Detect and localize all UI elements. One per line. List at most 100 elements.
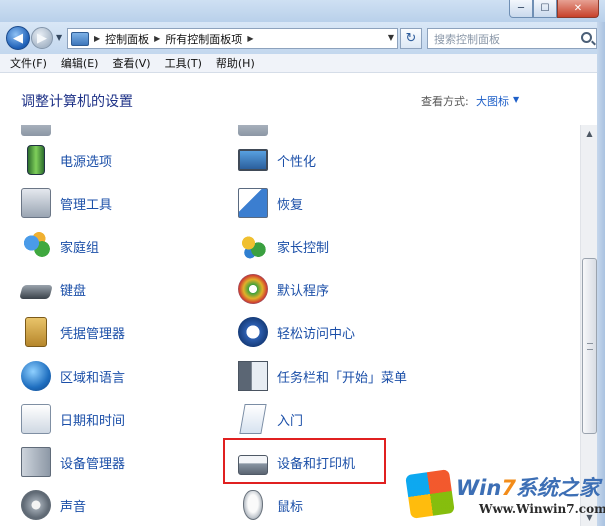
address-chevron-down-icon[interactable]: ▼ xyxy=(388,33,394,42)
item-region-language[interactable]: 区域和语言 xyxy=(21,358,125,394)
content-header: 调整计算机的设置 查看方式: 大图标 ▼ xyxy=(0,73,605,125)
breadcrumb-all-items[interactable]: 所有控制面板项 xyxy=(165,31,242,47)
date-time-icon xyxy=(21,404,51,434)
menu-help[interactable]: 帮助(H) xyxy=(216,55,255,71)
partial-item-icon xyxy=(238,125,268,136)
refresh-button[interactable]: ↻ xyxy=(400,28,422,49)
item-sound[interactable]: 声音 xyxy=(21,487,86,523)
item-label: 入门 xyxy=(277,413,304,429)
address-bar[interactable]: ▶ 控制面板 ▶ 所有控制面板项 ▶ ▼ xyxy=(67,28,398,49)
homegroup-icon xyxy=(21,231,51,261)
item-label: 个性化 xyxy=(277,154,317,170)
item-label: 恢复 xyxy=(277,197,304,213)
item-parental-controls[interactable]: 家长控制 xyxy=(238,228,329,264)
search-placeholder: 搜索控制面板 xyxy=(434,32,500,46)
watermark-url: Www.Winwin7.com xyxy=(479,502,605,516)
personalization-icon xyxy=(238,149,268,171)
keyboard-icon xyxy=(19,285,53,299)
item-label: 默认程序 xyxy=(277,283,330,299)
item-getting-started[interactable]: 入门 xyxy=(238,401,303,437)
item-keyboard[interactable]: 键盘 xyxy=(19,271,87,307)
region-language-icon xyxy=(21,361,51,391)
getting-started-icon xyxy=(239,404,267,434)
item-power-options[interactable]: 电源选项 xyxy=(21,142,112,178)
menu-bar: 文件(F) 编辑(E) 查看(V) 工具(T) 帮助(H) xyxy=(0,54,605,73)
item-default-programs[interactable]: 默认程序 xyxy=(238,271,329,307)
refresh-icon: ↻ xyxy=(405,31,417,46)
item-label: 家庭组 xyxy=(60,240,100,256)
sound-icon xyxy=(21,490,51,520)
minimize-icon: ─ xyxy=(517,3,525,14)
item-label: 设备管理器 xyxy=(60,456,126,472)
recovery-icon xyxy=(238,188,268,218)
power-options-icon xyxy=(27,145,45,175)
admin-tools-icon xyxy=(21,188,51,218)
item-personalization[interactable]: 个性化 xyxy=(238,142,316,178)
page-title: 调整计算机的设置 xyxy=(21,94,133,110)
item-mouse[interactable]: 鼠标 xyxy=(238,487,303,523)
window-border xyxy=(597,22,605,526)
mouse-icon xyxy=(243,490,263,520)
menu-tools[interactable]: 工具(T) xyxy=(165,55,202,71)
menu-view[interactable]: 查看(V) xyxy=(112,55,150,71)
item-taskbar-start-menu[interactable]: 任务栏和「开始」菜单 xyxy=(238,358,407,394)
breadcrumb-arrow-icon[interactable]: ▶ xyxy=(247,34,253,43)
item-label: 键盘 xyxy=(60,283,87,299)
search-input[interactable]: 搜索控制面板 xyxy=(427,28,597,49)
default-programs-icon xyxy=(238,274,268,304)
breadcrumb-arrow-icon[interactable]: ▶ xyxy=(154,34,160,43)
highlight-box xyxy=(223,438,386,484)
breadcrumb-control-panel[interactable]: 控制面板 xyxy=(105,31,149,47)
maximize-icon: ☐ xyxy=(540,3,550,14)
view-by-label: 查看方式: xyxy=(421,95,469,108)
close-icon: ✕ xyxy=(573,3,583,14)
scrollbar-grip-icon xyxy=(587,343,593,350)
item-label: 凭据管理器 xyxy=(60,326,126,342)
item-label: 声音 xyxy=(60,499,87,515)
item-label: 日期和时间 xyxy=(60,413,126,429)
window-controls: ─ ☐ ✕ xyxy=(509,0,599,18)
partial-item[interactable] xyxy=(238,125,268,139)
item-device-manager[interactable]: 设备管理器 xyxy=(21,444,125,480)
back-button[interactable]: ◀ xyxy=(6,26,30,50)
item-label: 家长控制 xyxy=(277,240,330,256)
view-by-chevron-down-icon[interactable]: ▼ xyxy=(513,95,519,104)
item-date-time[interactable]: 日期和时间 xyxy=(21,401,125,437)
item-label: 区域和语言 xyxy=(60,370,126,386)
item-label: 电源选项 xyxy=(60,154,113,170)
breadcrumb-arrow-icon[interactable]: ▶ xyxy=(94,34,100,43)
partial-item[interactable] xyxy=(21,125,51,139)
watermark: Win7系统之家 Www.Winwin7.com xyxy=(404,466,605,524)
item-label: 鼠标 xyxy=(277,499,304,515)
control-panel-icon xyxy=(71,31,89,46)
back-arrow-icon: ◀ xyxy=(13,30,23,46)
menu-file[interactable]: 文件(F) xyxy=(10,55,47,71)
forward-button[interactable]: ▶ xyxy=(31,27,53,49)
taskbar-start-menu-icon xyxy=(238,361,268,391)
recent-pages-chevron-down-icon[interactable]: ▼ xyxy=(56,33,62,42)
item-homegroup[interactable]: 家庭组 xyxy=(21,228,99,264)
maximize-button[interactable]: ☐ xyxy=(533,0,557,18)
ease-of-access-icon xyxy=(238,317,268,347)
scrollbar-thumb[interactable] xyxy=(582,258,597,434)
item-label: 轻松访问中心 xyxy=(277,326,356,342)
partial-item-icon xyxy=(21,125,51,136)
view-by-dropdown[interactable]: 大图标 xyxy=(476,93,509,109)
item-label: 任务栏和「开始」菜单 xyxy=(277,370,408,386)
item-recovery[interactable]: 恢复 xyxy=(238,185,303,221)
scroll-up-icon[interactable]: ▲ xyxy=(581,125,598,142)
search-icon[interactable] xyxy=(581,32,592,43)
item-credential-manager[interactable]: 凭据管理器 xyxy=(21,314,125,350)
minimize-button[interactable]: ─ xyxy=(509,0,533,18)
device-manager-icon xyxy=(21,447,51,477)
navigation-bar: ◀ ▶ ▼ ▶ 控制面板 ▶ 所有控制面板项 ▶ ▼ ↻ 搜索控制面板 xyxy=(0,22,605,54)
close-button[interactable]: ✕ xyxy=(557,0,599,18)
menu-edit[interactable]: 编辑(E) xyxy=(61,55,99,71)
title-bar: ─ ☐ ✕ xyxy=(0,0,605,22)
item-admin-tools[interactable]: 管理工具 xyxy=(21,185,112,221)
credential-manager-icon xyxy=(25,317,47,347)
item-ease-of-access[interactable]: 轻松访问中心 xyxy=(238,314,355,350)
forward-arrow-icon: ▶ xyxy=(37,30,47,46)
windows-logo-icon xyxy=(405,469,455,519)
item-label: 管理工具 xyxy=(60,197,113,213)
